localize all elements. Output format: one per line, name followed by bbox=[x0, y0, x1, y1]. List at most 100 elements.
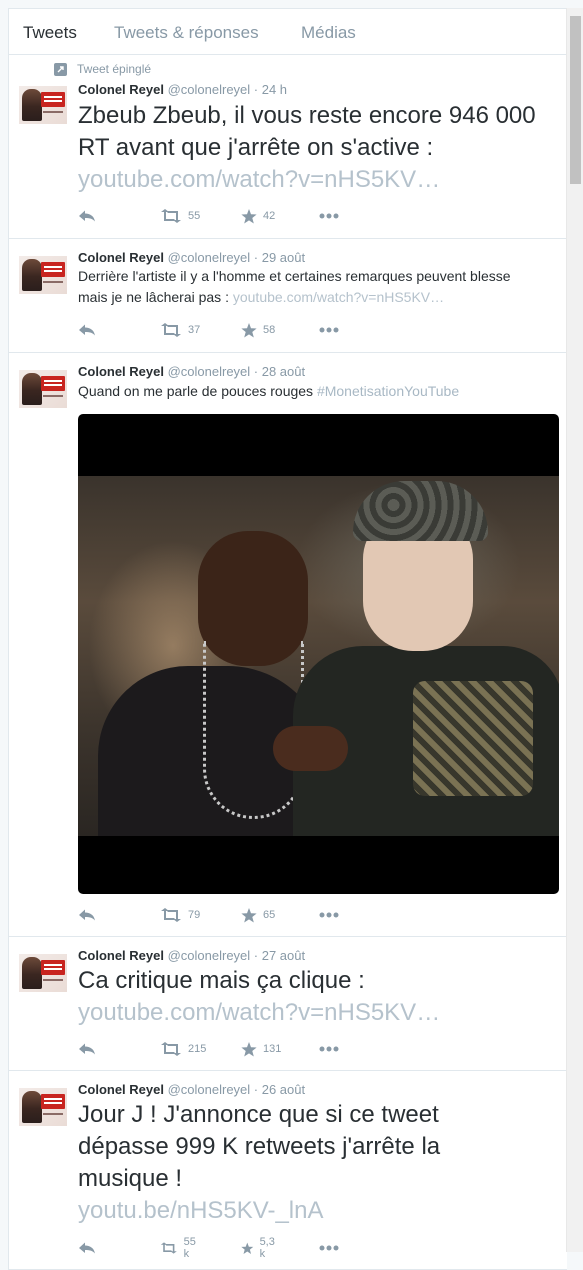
reply-button[interactable] bbox=[78, 1039, 96, 1059]
author-name[interactable]: Colonel Reyel bbox=[78, 364, 164, 379]
more-button[interactable] bbox=[319, 206, 339, 226]
tweet-text: Zbeub Zbeub, il vous reste encore 946 00… bbox=[78, 100, 558, 196]
favorite-count: 65 bbox=[263, 909, 276, 921]
tweet-item[interactable]: Colonel Reyel @colonelreyel · 29 août De… bbox=[9, 239, 567, 353]
favorite-count: 58 bbox=[263, 324, 276, 336]
star-icon bbox=[241, 1242, 254, 1254]
retweet-button[interactable]: 55 bbox=[160, 206, 200, 226]
retweet-count: 79 bbox=[188, 909, 201, 921]
reply-button[interactable] bbox=[78, 320, 96, 340]
retweet-icon bbox=[160, 1242, 177, 1254]
author-name[interactable]: Colonel Reyel bbox=[78, 82, 164, 97]
reply-icon bbox=[79, 909, 95, 921]
tweet-item[interactable]: Colonel Reyel @colonelreyel · 26 août Jo… bbox=[9, 1071, 567, 1269]
avatar[interactable] bbox=[19, 954, 67, 992]
tweet-body: Jour J ! J'annonce que si ce tweet dépas… bbox=[78, 1101, 441, 1192]
author-handle[interactable]: @colonelreyel bbox=[168, 250, 251, 265]
star-icon bbox=[241, 907, 257, 922]
retweet-icon bbox=[161, 209, 181, 223]
tweet-text: Jour J ! J'annonce que si ce tweet dépas… bbox=[78, 1099, 498, 1227]
profile-tabs: Tweets Tweets & réponses Médias bbox=[9, 9, 567, 55]
favorite-button[interactable]: 131 bbox=[241, 1039, 281, 1059]
more-icon bbox=[319, 912, 339, 918]
more-icon bbox=[319, 327, 339, 333]
retweet-button[interactable]: 55 k bbox=[160, 1236, 200, 1260]
favorite-count: 131 bbox=[263, 1043, 282, 1055]
tweet-media-image[interactable] bbox=[78, 414, 559, 894]
more-button[interactable] bbox=[319, 1238, 339, 1258]
favorite-button[interactable]: 58 bbox=[241, 320, 275, 340]
retweet-icon bbox=[161, 1042, 181, 1056]
tweet-header: Colonel Reyel @colonelreyel · 26 août bbox=[78, 1082, 305, 1097]
tweet-link[interactable]: youtube.com/watch?v=nHS5KV… bbox=[233, 289, 444, 305]
pin-icon bbox=[54, 62, 67, 76]
avatar[interactable] bbox=[19, 370, 67, 408]
retweet-icon bbox=[161, 908, 181, 922]
tweet-body-line2: mais je ne lâcherai pas : bbox=[78, 289, 229, 305]
tweet-header: Colonel Reyel @colonelreyel · 24 h bbox=[78, 82, 287, 97]
reply-button[interactable] bbox=[78, 905, 96, 925]
avatar[interactable] bbox=[19, 256, 67, 294]
tweet-link[interactable]: youtube.com/watch?v=nHS5KV… bbox=[78, 166, 440, 193]
tweet-timestamp[interactable]: · 28 août bbox=[254, 364, 305, 379]
more-icon bbox=[319, 1245, 339, 1251]
tweet-header: Colonel Reyel @colonelreyel · 29 août bbox=[78, 250, 305, 265]
author-name[interactable]: Colonel Reyel bbox=[78, 948, 164, 963]
retweet-button[interactable]: 215 bbox=[160, 1039, 206, 1059]
author-name[interactable]: Colonel Reyel bbox=[78, 250, 164, 265]
tab-tweets-and-replies[interactable]: Tweets & réponses bbox=[114, 23, 259, 43]
tab-media[interactable]: Médias bbox=[301, 23, 356, 43]
tweet-timestamp[interactable]: · 26 août bbox=[254, 1082, 305, 1097]
favorite-count: 42 bbox=[263, 210, 276, 222]
reply-icon bbox=[79, 210, 95, 222]
tweet-header: Colonel Reyel @colonelreyel · 27 août bbox=[78, 948, 305, 963]
tweet-body: Zbeub Zbeub, il vous reste encore 946 00… bbox=[78, 102, 536, 161]
avatar[interactable] bbox=[19, 86, 67, 124]
retweet-count: 55 bbox=[188, 210, 201, 222]
retweet-count: 55 k bbox=[183, 1236, 196, 1260]
star-icon bbox=[241, 1041, 257, 1056]
reply-icon bbox=[79, 324, 95, 336]
reply-icon bbox=[79, 1242, 95, 1254]
tweet-text: Ca critique mais ça clique : youtube.com… bbox=[78, 965, 558, 1029]
favorite-count: 5,3 k bbox=[259, 1236, 275, 1260]
reply-button[interactable] bbox=[78, 1238, 96, 1258]
favorite-button[interactable]: 42 bbox=[241, 206, 275, 226]
avatar[interactable] bbox=[19, 1088, 67, 1126]
tweet-header: Colonel Reyel @colonelreyel · 28 août bbox=[78, 364, 305, 379]
tweet-text: Quand on me parle de pouces rouges #Mone… bbox=[78, 381, 567, 402]
scrollbar-thumb[interactable] bbox=[570, 16, 581, 184]
more-button[interactable] bbox=[319, 320, 339, 340]
favorite-button[interactable]: 65 bbox=[241, 905, 275, 925]
more-icon bbox=[319, 1046, 339, 1052]
pinned-indicator: Tweet épinglé bbox=[54, 62, 151, 76]
tweet-link[interactable]: youtu.be/nHS5KV-_lnA bbox=[78, 1197, 324, 1224]
tweet-link[interactable]: youtube.com/watch?v=nHS5KV… bbox=[78, 999, 440, 1026]
more-icon bbox=[319, 213, 339, 219]
retweet-icon bbox=[161, 323, 181, 337]
star-icon bbox=[241, 322, 257, 337]
pinned-label: Tweet épinglé bbox=[77, 62, 152, 76]
tweet-timestamp[interactable]: · 29 août bbox=[254, 250, 305, 265]
tweet-item[interactable]: Tweet épinglé Colonel Reyel @colonelreye… bbox=[9, 55, 567, 239]
retweet-button[interactable]: 37 bbox=[160, 320, 200, 340]
tab-tweets[interactable]: Tweets bbox=[23, 23, 77, 43]
tweet-item[interactable]: Colonel Reyel @colonelreyel · 27 août Ca… bbox=[9, 937, 567, 1071]
author-name[interactable]: Colonel Reyel bbox=[78, 1082, 164, 1097]
favorite-button[interactable]: 5,3 k bbox=[241, 1236, 278, 1260]
author-handle[interactable]: @colonelreyel bbox=[168, 1082, 251, 1097]
tweet-timestamp[interactable]: · 27 août bbox=[254, 948, 305, 963]
tweet-timestamp[interactable]: · 24 h bbox=[254, 82, 287, 97]
author-handle[interactable]: @colonelreyel bbox=[168, 948, 251, 963]
author-handle[interactable]: @colonelreyel bbox=[168, 82, 251, 97]
author-handle[interactable]: @colonelreyel bbox=[168, 364, 251, 379]
tweet-body-line1: Derrière l'artiste il y a l'homme et cer… bbox=[78, 268, 511, 284]
scrollbar[interactable] bbox=[566, 8, 583, 1252]
reply-icon bbox=[79, 1043, 95, 1055]
hashtag-link[interactable]: #MonetisationYouTube bbox=[317, 383, 459, 399]
retweet-button[interactable]: 79 bbox=[160, 905, 200, 925]
reply-button[interactable] bbox=[78, 206, 96, 226]
tweet-item[interactable]: Colonel Reyel @colonelreyel · 28 août Qu… bbox=[9, 353, 567, 937]
more-button[interactable] bbox=[319, 1039, 339, 1059]
more-button[interactable] bbox=[319, 905, 339, 925]
